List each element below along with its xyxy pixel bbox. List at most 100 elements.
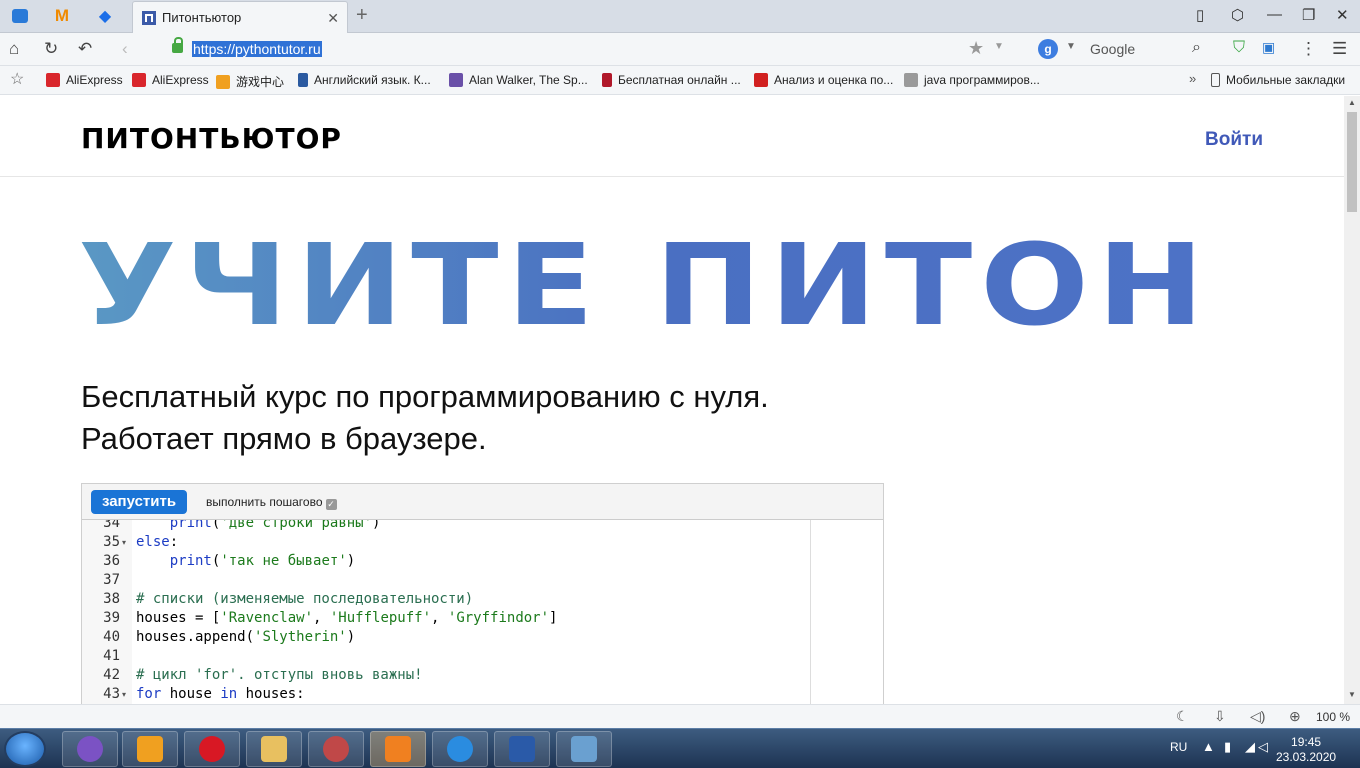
bookmark-star-icon[interactable]: ★ — [968, 38, 984, 59]
fold-arrow-icon[interactable]: ▾ — [122, 685, 126, 704]
code-line[interactable]: houses = ['Ravenclaw', 'Hufflepuff', 'Gr… — [136, 609, 557, 628]
mobile-bookmarks[interactable]: Мобильные закладки — [1211, 73, 1345, 87]
taskbar-ie[interactable] — [432, 731, 488, 767]
opera-icon — [199, 736, 225, 762]
taskbar-media[interactable] — [122, 731, 178, 767]
browser-status-bar: ☾ ⇩ ◁) ⊕ 100 % — [0, 704, 1360, 728]
shield-icon[interactable]: ⛉ — [1233, 39, 1245, 57]
folder-icon — [904, 73, 918, 87]
scrollbar-thumb[interactable] — [1347, 112, 1357, 212]
lock-icon — [172, 37, 183, 53]
line-number: 40 — [103, 629, 120, 645]
home-icon[interactable]: ⌂ — [9, 39, 19, 59]
subtitle-line-1: Бесплатный курс по программированию с ну… — [81, 379, 769, 414]
viber-icon — [77, 736, 103, 762]
k-logo-icon — [754, 73, 768, 87]
address-bar[interactable]: https://pythontutor.ru ★ ▼ — [160, 36, 1020, 63]
network-icon[interactable]: ▮ — [1224, 739, 1231, 755]
night-mode-icon[interactable]: ☾ — [1176, 708, 1189, 725]
line-number: 39 — [103, 610, 120, 626]
hamburger-icon[interactable]: ☰ — [1332, 39, 1347, 59]
url-text[interactable]: https://pythontutor.ru — [192, 41, 322, 57]
bookmark-item[interactable]: AliExpress — [46, 73, 123, 87]
line-number: 42 — [103, 667, 120, 683]
step-checkbox-label[interactable]: выполнить пошагово ✓ — [206, 495, 337, 510]
aliexpress-icon — [46, 73, 60, 87]
bookmark-item[interactable]: AliExpress — [132, 73, 209, 87]
pinned-tab-dropbox[interactable]: ◆ — [93, 5, 117, 27]
minimize-icon[interactable]: — — [1267, 6, 1282, 23]
start-button[interactable] — [4, 731, 46, 767]
bookmark-item[interactable]: java программиров... — [904, 73, 1040, 87]
code-line[interactable]: print('так не бывает') — [136, 552, 355, 571]
line-number: 36 — [103, 553, 120, 569]
system-clock[interactable]: 19:45 23.03.2020 — [1276, 735, 1336, 765]
undo-close-icon[interactable]: ↶ — [78, 39, 92, 59]
language-indicator[interactable]: RU — [1170, 740, 1187, 754]
tray-expand-icon[interactable]: ▲ — [1202, 739, 1215, 754]
checkbox-icon[interactable]: ✓ — [325, 499, 337, 510]
close-tab-icon[interactable]: ✕ — [327, 10, 339, 27]
fold-arrow-icon[interactable]: ▾ — [122, 533, 126, 552]
zoom-icon[interactable]: ⊕ — [1289, 708, 1301, 725]
search-input[interactable]: Google — [1090, 41, 1135, 57]
speaker-icon[interactable]: ◁ — [1258, 739, 1268, 755]
code-line[interactable]: else: — [136, 533, 178, 552]
chat-icon — [12, 9, 28, 23]
code-line[interactable]: houses.append('Slytherin') — [136, 628, 355, 647]
menu-dots-icon[interactable]: ⋮ — [1300, 39, 1317, 59]
code-area[interactable]: 34 print('две строки равны') 35 ▾ else: 36 p… — [82, 520, 810, 704]
translate-icon[interactable]: ▣ — [1262, 39, 1275, 56]
folder-icon — [261, 736, 287, 762]
new-tab-plus-icon[interactable]: + — [356, 4, 368, 27]
pinned-tab-messenger[interactable] — [8, 5, 32, 27]
volume-icon[interactable]: ◁) — [1250, 708, 1265, 725]
taskbar-opera[interactable] — [184, 731, 240, 767]
code-line[interactable]: # цикл 'for'. отступы вновь важны! — [136, 666, 423, 685]
taskbar-word[interactable] — [494, 731, 550, 767]
bookmarks-bar: ☆ AliExpress AliExpress 游戏中心 Английский … — [0, 66, 1360, 95]
bookmark-item[interactable]: Английский язык. К... — [298, 73, 431, 87]
code-line[interactable]: print('две строки равны') — [136, 520, 381, 533]
zoom-level[interactable]: 100 % — [1316, 710, 1350, 724]
code-line[interactable]: for house in houses: — [136, 685, 305, 704]
pinned-tab-mail[interactable]: M — [50, 5, 74, 27]
more-bookmarks-icon[interactable]: » — [1189, 71, 1196, 86]
taskbar-viber[interactable] — [62, 731, 118, 767]
line-number: 34 — [103, 520, 120, 531]
run-button[interactable]: запустить — [91, 490, 187, 514]
signal-icon[interactable]: ◢ — [1245, 739, 1255, 755]
scroll-down-icon[interactable]: ▼ — [1348, 690, 1356, 699]
tab-active[interactable]: Питонтьютор ✕ — [132, 1, 348, 33]
download-icon[interactable]: ⇩ — [1214, 708, 1226, 725]
skyeng-icon — [298, 73, 308, 87]
search-icon[interactable]: ⌕ — [1192, 39, 1201, 57]
site-favicon-icon — [142, 10, 156, 25]
site-logo[interactable]: ПИТОНТЬЮТОР — [81, 122, 342, 155]
maximize-icon[interactable]: ❐ — [1302, 6, 1315, 24]
word-icon — [509, 736, 535, 762]
search-engine-dropdown-icon[interactable]: ▼ — [1066, 41, 1076, 52]
login-link[interactable]: Войти — [1205, 129, 1263, 151]
code-line[interactable]: # списки (изменяемые последовательности) — [136, 590, 473, 609]
editor-divider — [810, 520, 811, 704]
bookmark-item[interactable]: 游戏中心 — [216, 73, 284, 90]
reload-icon[interactable]: ↻ — [44, 39, 58, 59]
close-window-icon[interactable]: ✕ — [1336, 6, 1349, 24]
taskbar-uc-browser[interactable] — [370, 731, 426, 767]
taskbar-paint[interactable] — [308, 731, 364, 767]
bookmark-item[interactable]: Alan Walker, The Sp... — [449, 73, 588, 87]
back-icon[interactable]: ‹ — [122, 39, 128, 59]
tab-list-icon[interactable]: ▯ — [1196, 6, 1204, 24]
search-engine-icon[interactable]: g — [1038, 39, 1058, 59]
scroll-up-icon[interactable]: ▲ — [1348, 98, 1356, 107]
bookmark-item[interactable]: Бесплатная онлайн ... — [602, 73, 741, 87]
bookmark-item[interactable]: Анализ и оценка по... — [754, 73, 893, 87]
dropdown-icon[interactable]: ▼ — [994, 41, 1004, 52]
page-scrollbar[interactable]: ▲ ▼ — [1344, 96, 1360, 704]
music-icon — [449, 73, 463, 87]
extension-icon[interactable]: ⬡ — [1231, 6, 1244, 24]
star-outline-icon[interactable]: ☆ — [10, 69, 24, 89]
taskbar-explorer[interactable] — [246, 731, 302, 767]
taskbar-image-viewer[interactable] — [556, 731, 612, 767]
